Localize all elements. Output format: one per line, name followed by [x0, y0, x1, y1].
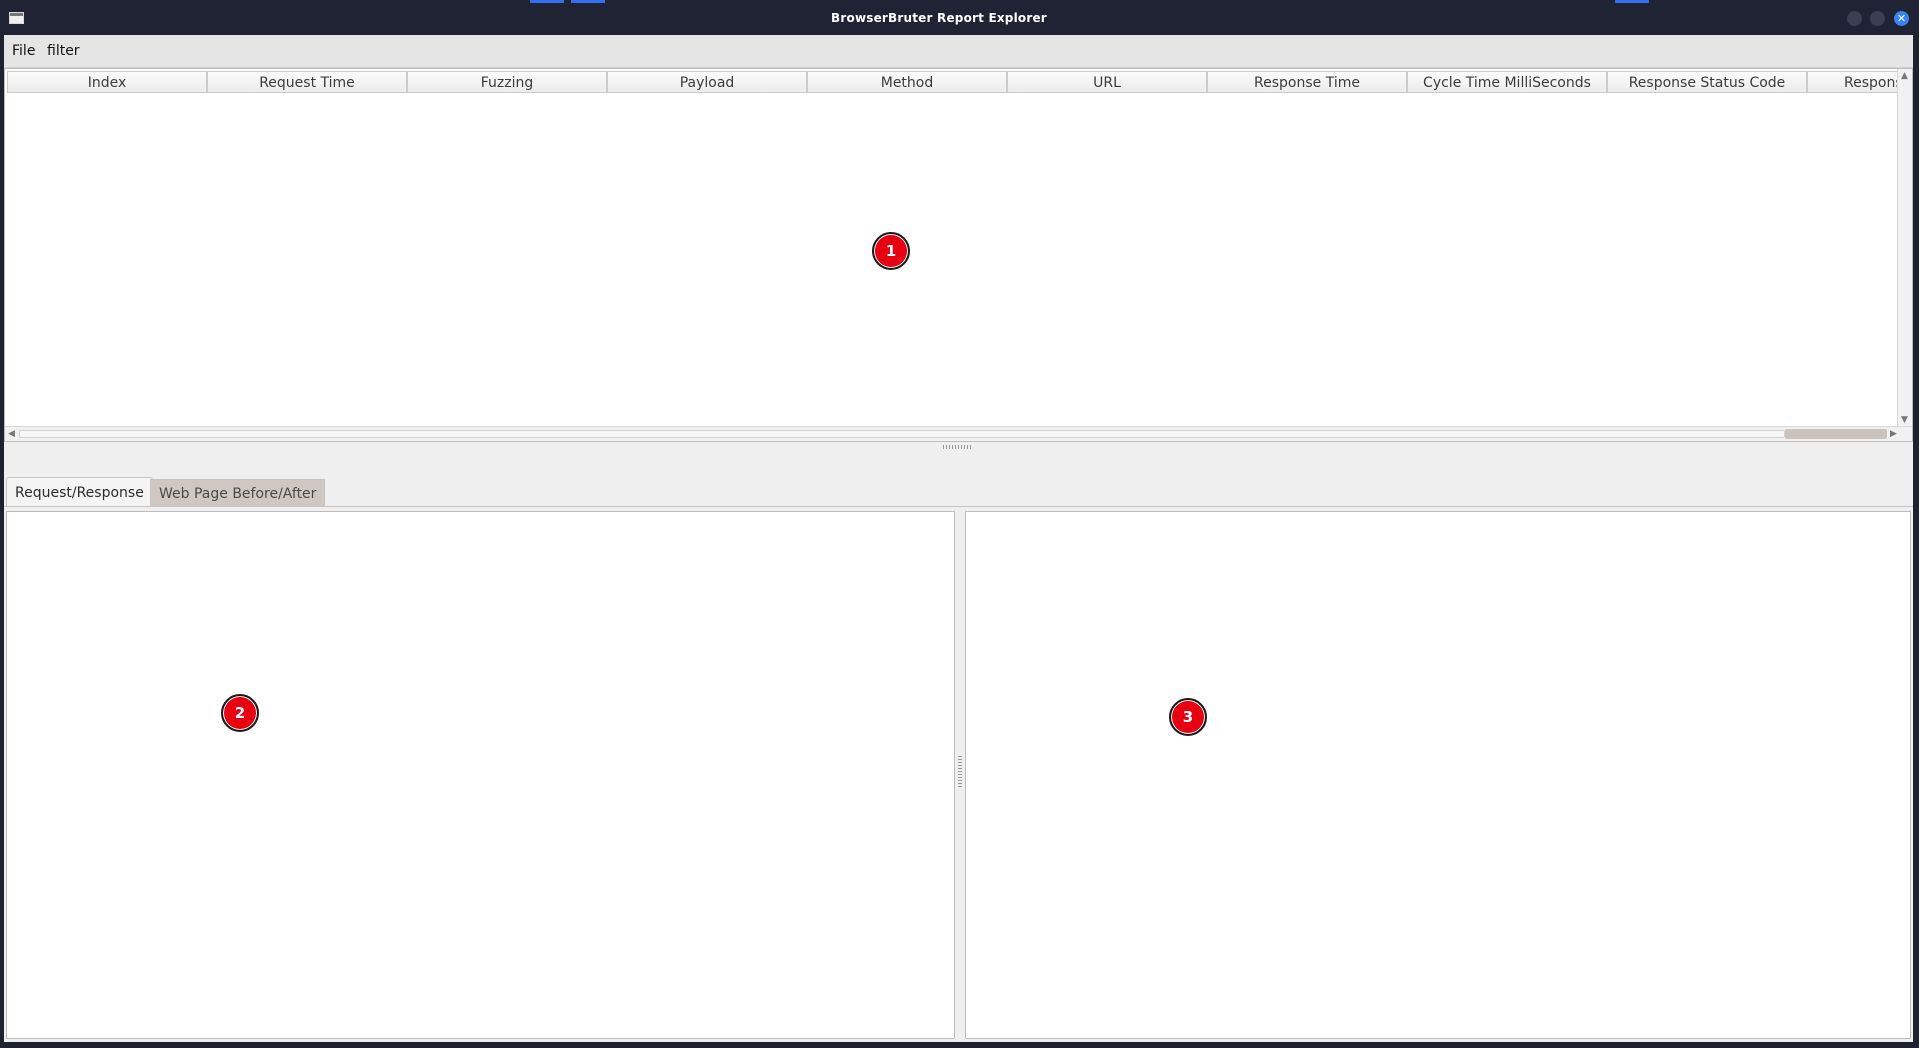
scroll-up-icon[interactable]: ▲ — [1901, 69, 1908, 83]
column-header-status-code[interactable]: Response Status Code — [1607, 71, 1807, 93]
marker-2: 2 — [221, 694, 259, 732]
splitter-grip-icon[interactable] — [958, 756, 962, 788]
results-table[interactable]: Index Request Time Fuzzing Payload Metho… — [4, 68, 1913, 442]
marker-1: 1 — [872, 232, 910, 270]
title-bar[interactable]: BrowserBruter Report Explorer ✕ — [0, 0, 1919, 35]
close-button[interactable]: ✕ — [1894, 11, 1909, 26]
column-header-fuzzing[interactable]: Fuzzing — [407, 71, 607, 93]
tab-bar: Request/Response Web Page Before/After — [4, 477, 1913, 507]
request-pane[interactable]: 2 — [6, 511, 955, 1039]
marker-3: 3 — [1169, 698, 1207, 736]
table-horizontal-scrollbar[interactable]: ◀ ▶ — [5, 426, 1912, 441]
splitter-grip-icon[interactable] — [943, 445, 973, 449]
column-header-cycle-time[interactable]: Cycle Time MilliSeconds — [1407, 71, 1607, 93]
menu-filter[interactable]: filter — [47, 35, 80, 67]
column-header-url[interactable]: URL — [1007, 71, 1207, 93]
horizontal-splitter[interactable] — [4, 442, 1913, 452]
menu-file[interactable]: File — [12, 35, 35, 67]
column-header-payload[interactable]: Payload — [607, 71, 807, 93]
column-header-response-time[interactable]: Response Time — [1207, 71, 1407, 93]
menu-bar: File filter — [4, 35, 1913, 68]
main-window: File filter Index Request Time Fuzzing P… — [4, 35, 1913, 1042]
maximize-button[interactable] — [1870, 11, 1885, 26]
tab-web-page-before-after[interactable]: Web Page Before/After — [150, 479, 326, 507]
window-title: BrowserBruter Report Explorer — [831, 11, 1047, 25]
scroll-right-icon[interactable]: ▶ — [1890, 427, 1897, 441]
close-icon: ✕ — [1896, 12, 1907, 25]
column-header-response[interactable]: Respons — [1807, 71, 1901, 93]
tab-content: 2 3 — [4, 506, 1913, 1042]
minimize-button[interactable] — [1847, 11, 1862, 26]
column-header-method[interactable]: Method — [807, 71, 1007, 93]
scroll-down-icon[interactable]: ▼ — [1901, 413, 1908, 427]
table-header: Index Request Time Fuzzing Payload Metho… — [7, 71, 1901, 93]
vertical-splitter[interactable] — [955, 511, 965, 1039]
column-header-request-time[interactable]: Request Time — [207, 71, 407, 93]
scrollbar-track[interactable] — [19, 430, 1785, 438]
tab-request-response[interactable]: Request/Response — [6, 477, 153, 507]
scroll-left-icon[interactable]: ◀ — [8, 427, 15, 441]
scrollbar-thumb[interactable] — [1785, 429, 1887, 439]
table-vertical-scrollbar[interactable]: ▲ ▼ — [1897, 69, 1912, 427]
column-header-index[interactable]: Index — [7, 71, 207, 93]
response-pane[interactable]: 3 — [965, 511, 1911, 1039]
